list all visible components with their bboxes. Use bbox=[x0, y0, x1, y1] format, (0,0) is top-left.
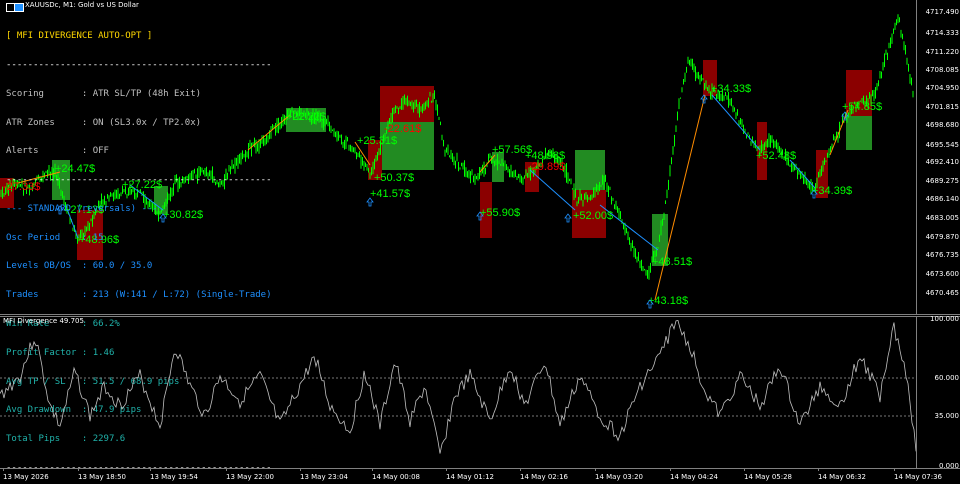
time-axis-label: 14 May 05:28 bbox=[744, 473, 793, 481]
price-axis-label: 4717.490 bbox=[925, 8, 959, 16]
price-axis-label: 4701.815 bbox=[925, 103, 959, 111]
time-axis-tick bbox=[300, 468, 301, 471]
take-profit-zone bbox=[575, 150, 605, 190]
panel-title: [ MFI DIVERGENCE AUTO-OPT ] bbox=[6, 31, 153, 42]
price-axis-label: 4711.220 bbox=[925, 48, 959, 56]
trade-result-label: +22.22$ bbox=[286, 111, 326, 123]
trade-result-label: +54.85$ bbox=[842, 101, 882, 113]
trade-result-label: +25.31$ bbox=[357, 135, 397, 147]
buy-trade-line bbox=[789, 159, 816, 189]
panel-divider: ----------------------------------------… bbox=[6, 59, 272, 70]
time-axis-label: 13 May 19:54 bbox=[150, 473, 199, 481]
one-click-trading-icon[interactable] bbox=[14, 3, 24, 12]
oscillator-axis-label: 35.000 bbox=[934, 412, 960, 420]
entry-arrow-icon bbox=[564, 213, 572, 223]
price-axis-label: 4714.333 bbox=[925, 29, 959, 37]
time-axis-tick bbox=[670, 468, 671, 471]
sell-trade-line bbox=[829, 109, 849, 156]
buy-trade-line bbox=[711, 94, 761, 151]
time-axis-label: 14 May 03:20 bbox=[595, 473, 644, 481]
price-axis-label: 4689.275 bbox=[925, 177, 959, 185]
trade-result-label: +52.00$ bbox=[573, 210, 613, 222]
trade-result-label: +52.48$ bbox=[756, 150, 796, 162]
time-axis[interactable]: 13 May 2026 13 May 18:50 13 May 19:54 13 Ma… bbox=[0, 468, 960, 484]
trade-result-label: +43.18$ bbox=[648, 295, 688, 307]
trade-result-label: +34.33$ bbox=[711, 83, 751, 95]
oscillator-axis-label: 100.000 bbox=[930, 315, 959, 323]
price-axis[interactable]: 4717.490 4714.333 4711.220 4708.085 4704.950… bbox=[916, 0, 960, 314]
time-axis-label: 14 May 07:36 bbox=[894, 473, 943, 481]
trade-result-label: +50.37$ bbox=[374, 172, 414, 184]
alerts-line: Alerts : OFF bbox=[6, 146, 109, 157]
trade-result-label: -29.89$ bbox=[528, 161, 565, 173]
oscillator-title: MFI Divergence 49.705 bbox=[3, 317, 84, 325]
time-axis-tick bbox=[818, 468, 819, 471]
take-profit-zone bbox=[846, 116, 872, 150]
price-axis-label: 4692.410 bbox=[925, 158, 959, 166]
time-axis-tick bbox=[520, 468, 521, 471]
trade-result-label: +48.51$ bbox=[652, 256, 692, 268]
time-axis-label: 13 May 2026 bbox=[3, 473, 49, 481]
trade-result-label: +41.57$ bbox=[370, 188, 410, 200]
time-axis-tick bbox=[372, 468, 373, 471]
price-axis-label: 4695.545 bbox=[925, 141, 959, 149]
atr-zones-line: ATR Zones : ON (SL3.0x / TP2.0x) bbox=[6, 117, 202, 128]
panel-divider: ----------------------------------------… bbox=[6, 175, 272, 186]
time-axis-tick bbox=[744, 468, 745, 471]
trades-line: Trades : 213 (W:141 / L:72) (Single-Trad… bbox=[6, 290, 272, 301]
price-axis-label: 4698.680 bbox=[925, 121, 959, 129]
time-axis-tick bbox=[894, 468, 895, 471]
price-axis-label: 4670.465 bbox=[925, 289, 959, 297]
trade-result-label: +34.39$ bbox=[812, 185, 852, 197]
scoring-line: Scoring : ATR SL/TP (48h Exit) bbox=[6, 88, 202, 99]
time-axis-label: 13 May 18:50 bbox=[78, 473, 127, 481]
price-axis-label: 4704.950 bbox=[925, 84, 959, 92]
trade-result-label: -22.61$ bbox=[384, 123, 421, 135]
levels-line: Levels OB/OS : 60.0 / 35.0 bbox=[6, 261, 153, 272]
time-axis-label: 14 May 00:08 bbox=[372, 473, 421, 481]
time-axis-tick bbox=[78, 468, 79, 471]
osc-period-line: Osc Period : 15 bbox=[6, 232, 104, 243]
mfi-oscillator-line bbox=[0, 320, 916, 454]
oscillator-chart[interactable] bbox=[0, 316, 916, 468]
trade-result-label: +55.90$ bbox=[480, 207, 520, 219]
time-axis-label: 14 May 04:24 bbox=[670, 473, 719, 481]
price-axis-label: 4673.600 bbox=[925, 270, 959, 278]
price-axis-label: 4679.870 bbox=[925, 233, 959, 241]
time-axis-tick bbox=[226, 468, 227, 471]
time-axis-tick bbox=[595, 468, 596, 471]
oscillator-axis-label: 60.000 bbox=[934, 374, 960, 382]
price-axis-label: 4683.005 bbox=[925, 214, 959, 222]
time-axis-label: 14 May 06:32 bbox=[818, 473, 867, 481]
oscillator-axis[interactable]: 100.000 60.000 35.000 0.000 bbox=[916, 315, 960, 470]
time-axis-label: 14 May 01:12 bbox=[446, 473, 495, 481]
time-axis-tick bbox=[150, 468, 151, 471]
sell-trade-line bbox=[654, 94, 706, 301]
time-axis-tick bbox=[446, 468, 447, 471]
time-axis-label: 14 May 02:16 bbox=[520, 473, 569, 481]
price-axis-label: 4686.140 bbox=[925, 195, 959, 203]
price-axis-label: 4708.085 bbox=[925, 66, 959, 74]
panel-separator[interactable] bbox=[0, 314, 960, 315]
symbol-title: XAUUSDc, M1: Gold vs US Dollar bbox=[25, 1, 139, 9]
time-axis-label: 13 May 23:04 bbox=[300, 473, 349, 481]
price-axis-label: 4676.735 bbox=[925, 251, 959, 259]
time-axis-tick bbox=[3, 468, 4, 471]
time-axis-label: 13 May 22:00 bbox=[226, 473, 275, 481]
section-header: --- STANDARD (reversals) --- bbox=[6, 203, 158, 214]
